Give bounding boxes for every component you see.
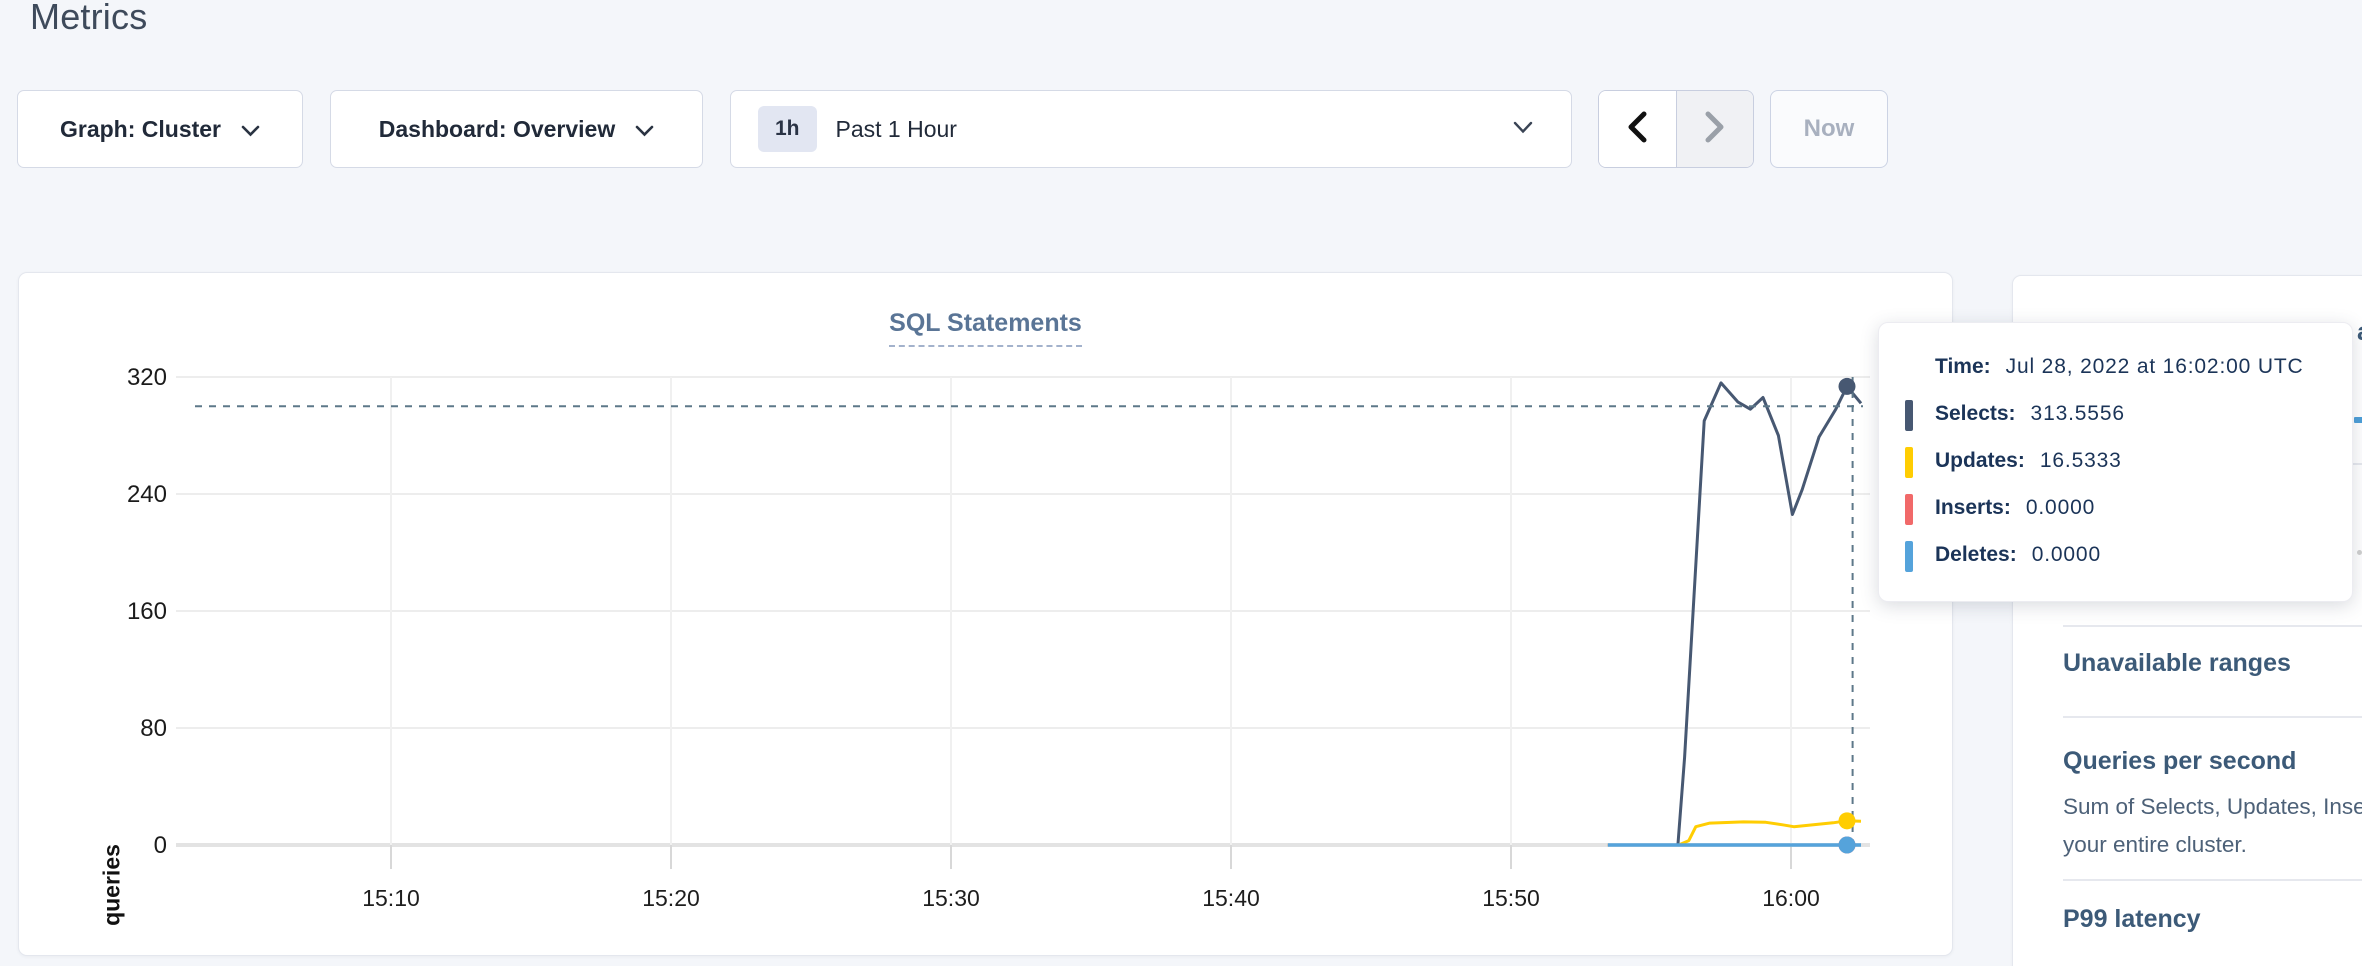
tooltip-series-value: 16.5333 bbox=[2040, 449, 2122, 473]
dashboard-dropdown-label: Dashboard: Overview bbox=[379, 116, 615, 143]
tooltip-series-value: 0.0000 bbox=[2026, 496, 2095, 520]
tooltip-series-row: Deletes: 0.0000 bbox=[1879, 531, 2352, 578]
divider bbox=[2063, 625, 2362, 627]
summary-item-p99-latency: P99 latency bbox=[2063, 904, 2201, 934]
dashboard-dropdown[interactable]: Dashboard: Overview bbox=[330, 90, 703, 168]
graph-dropdown[interactable]: Graph: Cluster bbox=[17, 90, 303, 168]
clipped-title-fragment: a bbox=[2357, 318, 2362, 347]
summary-item-description-line: your entire cluster. bbox=[2063, 826, 2247, 864]
swatch-spacer bbox=[1905, 357, 1935, 377]
time-range-label: Past 1 Hour bbox=[836, 116, 957, 143]
divider bbox=[2063, 716, 2362, 718]
tooltip-time-label: Time: bbox=[1935, 355, 1991, 379]
summary-item-unavailable-ranges: Unavailable ranges bbox=[2063, 648, 2291, 678]
selects-swatch-icon bbox=[1905, 400, 1913, 431]
time-range-badge: 1h bbox=[758, 106, 817, 152]
tooltip-series-row: Updates: 16.5333 bbox=[1879, 437, 2352, 484]
tooltip-series-label: Deletes: bbox=[1935, 543, 2017, 567]
summary-item-queries-per-second: Queries per second bbox=[2063, 746, 2296, 776]
next-timespan-button[interactable] bbox=[1677, 91, 1754, 167]
tooltip-series-value: 313.5556 bbox=[2031, 402, 2125, 426]
inserts-swatch-icon bbox=[1905, 494, 1913, 525]
time-range-picker[interactable]: 1h Past 1 Hour bbox=[730, 90, 1572, 168]
summary-item-description-line: Sum of Selects, Updates, Inser bbox=[2063, 788, 2362, 826]
chevron-down-icon bbox=[241, 116, 260, 143]
chart-hover-tooltip: Time: Jul 28, 2022 at 16:02:00 UTC Selec… bbox=[1878, 322, 2353, 602]
previous-timespan-button[interactable] bbox=[1599, 91, 1677, 167]
tooltip-time-row: Time: Jul 28, 2022 at 16:02:00 UTC bbox=[1879, 343, 2352, 390]
divider bbox=[2063, 879, 2362, 881]
chevron-down-icon bbox=[1513, 121, 1533, 139]
now-button[interactable]: Now bbox=[1770, 90, 1888, 168]
page-title: Metrics bbox=[30, 0, 147, 38]
y-axis-label: queries bbox=[99, 844, 126, 926]
deletes-swatch-icon bbox=[1905, 541, 1913, 572]
sql-statements-card: SQL Statements queries bbox=[18, 272, 1953, 956]
tooltip-series-row: Inserts: 0.0000 bbox=[1879, 484, 2352, 531]
chevron-down-icon bbox=[635, 116, 654, 143]
tooltip-series-value: 0.0000 bbox=[2032, 543, 2101, 567]
tooltip-series-label: Selects: bbox=[1935, 402, 2016, 426]
tooltip-time-value: Jul 28, 2022 at 16:02:00 UTC bbox=[2006, 355, 2304, 379]
graph-dropdown-label: Graph: Cluster bbox=[60, 116, 221, 143]
time-pager bbox=[1598, 90, 1754, 168]
chevron-left-icon bbox=[1626, 111, 1648, 148]
tooltip-series-row: Selects: 313.5556 bbox=[1879, 390, 2352, 437]
chart-title[interactable]: SQL Statements bbox=[889, 309, 1082, 347]
tooltip-series-label: Inserts: bbox=[1935, 496, 2011, 520]
updates-swatch-icon bbox=[1905, 447, 1913, 478]
chart-title-row: SQL Statements bbox=[19, 309, 1952, 347]
clipped-text-fragment bbox=[2357, 550, 2362, 555]
chevron-right-icon bbox=[1704, 111, 1726, 148]
tooltip-series-label: Updates: bbox=[1935, 449, 2025, 473]
metrics-page: Metrics Graph: Cluster Dashboard: Overvi… bbox=[0, 0, 2362, 966]
clipped-legend-fragment bbox=[2354, 417, 2362, 423]
